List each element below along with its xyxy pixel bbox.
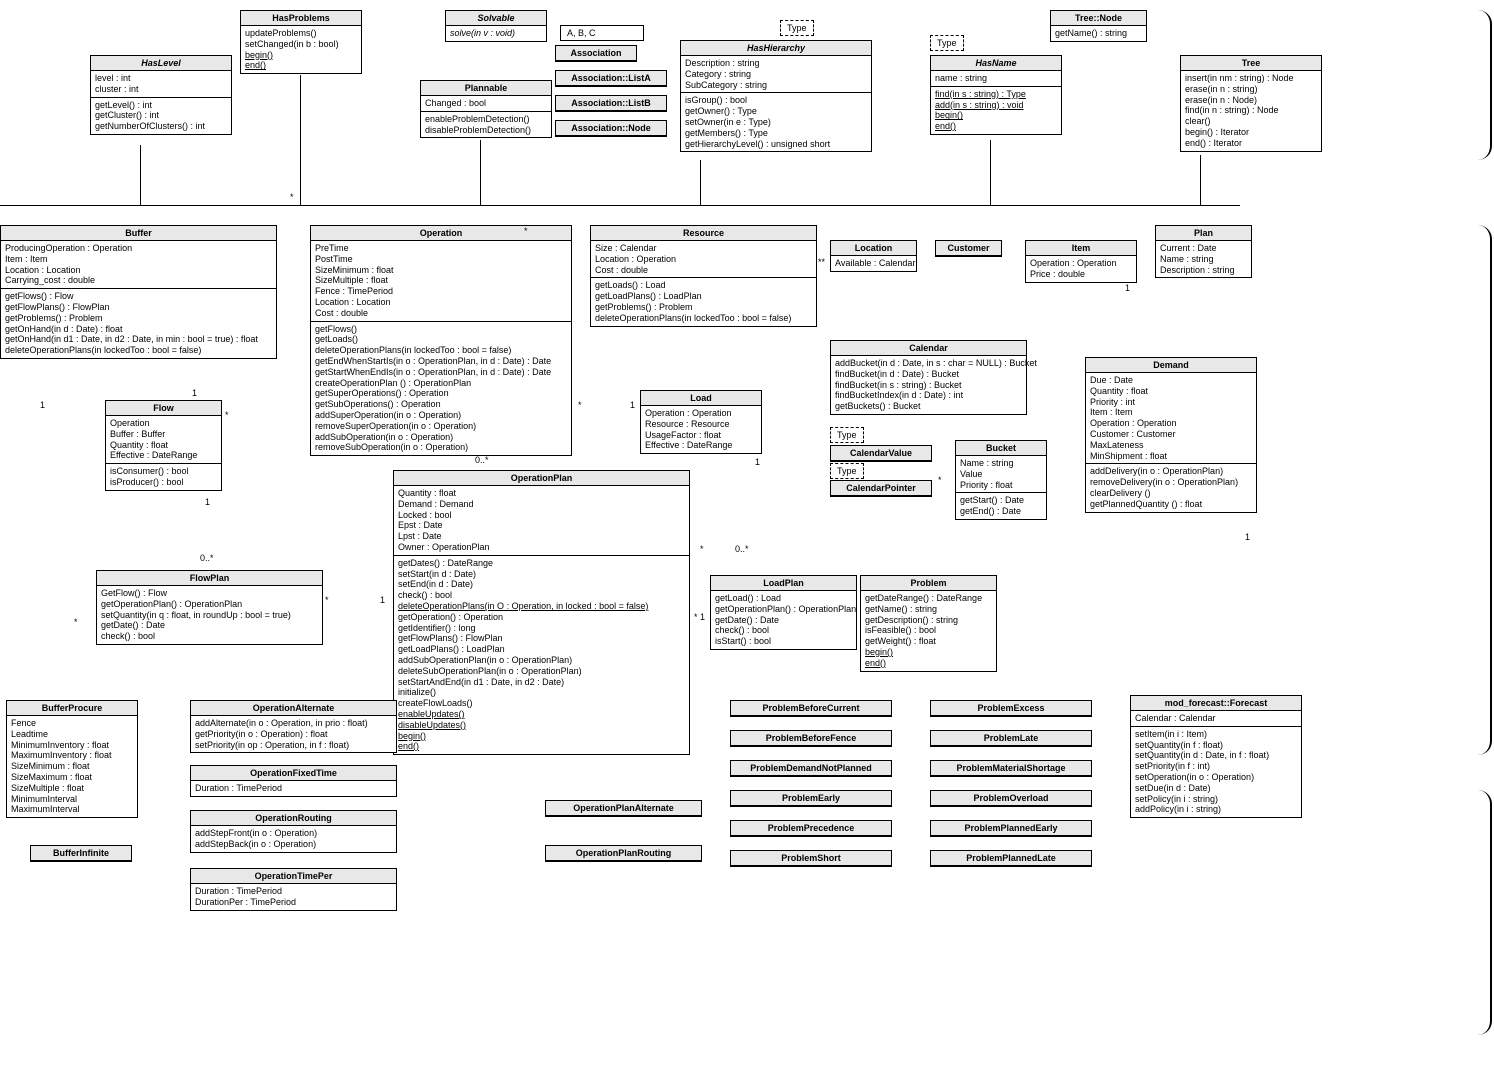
multiplicity: 1 [1245,532,1250,542]
class-plannable: Plannable Changed : bool enableProblemDe… [420,80,552,138]
multiplicity: * [325,595,329,605]
connector [990,140,991,205]
class-load: Load Operation : OperationResource : Res… [640,390,762,454]
connector [140,145,141,205]
note-type4: Type [830,463,864,479]
class-problemprecedence: ProblemPrecedence [730,820,892,837]
class-solvable: Solvable solve(in v : void) [445,10,547,42]
class-loadplan: LoadPlan getLoad() : LoadgetOperationPla… [710,575,857,650]
multiplicity: 1 [755,457,760,467]
class-node: Association::Node [555,120,667,137]
multiplicity: 1 [192,388,197,398]
class-problemplannedearly: ProblemPlannedEarly [930,820,1092,837]
class-problembeforecurrent: ProblemBeforeCurrent [730,700,892,717]
multiplicity: 0..* [475,455,489,465]
class-problemexcess: ProblemExcess [930,700,1092,717]
class-operationtimeper: OperationTimePer Duration : TimePeriodDu… [190,868,397,911]
note-type1: Type [780,20,814,36]
class-hasname: HasName name : string find(in s : string… [930,55,1062,135]
connector [480,140,481,205]
brace-abstract [1478,10,1492,160]
note-abc: A, B, C [560,25,644,41]
class-hasproblems: HasProblems updateProblems()setChanged(i… [240,10,362,74]
class-customer: Customer [935,240,1002,257]
note-type2: Type [930,35,964,51]
brace-model [1478,225,1492,755]
multiplicity: 1 [630,400,635,410]
class-bufferprocure: BufferProcure FenceLeadtimeMinimumInvent… [6,700,138,818]
class-tree: Tree insert(in nm : string) : Nodeerase(… [1180,55,1322,152]
class-item: Item Operation : OperationPrice : double [1025,240,1137,283]
multiplicity: ** [818,257,825,267]
class-haslevel: HasLevel level : intcluster : int getLev… [90,55,232,135]
class-operationrouting: OperationRouting addStepFront(in o : Ope… [190,810,397,853]
class-demand: Demand Due : DateQuantity : floatPriorit… [1085,357,1257,513]
class-listb: Association::ListB [555,95,667,112]
class-title: HasLevel [91,56,231,71]
multiplicity: 0..* [200,553,214,563]
class-bucket: Bucket Name : stringValuePriority : floa… [955,440,1047,520]
connector [300,75,301,205]
connector [700,160,701,205]
class-hashierarchy: HasHierarchy Description : stringCategor… [680,40,872,152]
class-ops: getLevel() : intgetCluster() : intgetNum… [91,98,231,134]
class-buffer: Buffer ProducingOperation : OperationIte… [0,225,277,359]
class-association: Association [555,45,637,62]
bus-line [0,205,1240,206]
class-operationplan: OperationPlan Quantity : floatDemand : D… [393,470,690,755]
multiplicity: * [700,544,704,554]
class-flow: Flow OperationBuffer : BufferQuantity : … [105,400,222,491]
class-operationplanrouting: OperationPlanRouting [545,845,702,862]
multiplicity: * [225,410,229,420]
class-bufferinfinite: BufferInfinite [30,845,132,862]
multiplicity: * [524,226,528,236]
multiplicity: * [938,475,942,485]
class-problemoverload: ProblemOverload [930,790,1092,807]
class-location: Location Available : Calendar [830,240,917,272]
class-problemearly: ProblemEarly [730,790,892,807]
multiplicity: 1 [1125,283,1130,293]
class-problem: Problem getDateRange() : DateRangegetNam… [860,575,997,672]
class-operationplanalternate: OperationPlanAlternate [545,800,702,817]
multiplicity: 1 [40,400,45,410]
multiplicity: * [74,617,78,627]
class-operationalternate: OperationAlternate addAlternate(in o : O… [190,700,397,753]
class-problemplannedlate: ProblemPlannedLate [930,850,1092,867]
class-problemmaterialshortage: ProblemMaterialShortage [930,760,1092,777]
class-operationfixedtime: OperationFixedTime Duration : TimePeriod [190,765,397,797]
class-plan: Plan Current : DateName : stringDescript… [1155,225,1252,278]
multiplicity: * [290,192,294,202]
class-forecast: mod_forecast::Forecast Calendar : Calend… [1130,695,1302,818]
note-type3: Type [830,427,864,443]
multiplicity: 1 [205,497,210,507]
multiplicity: * [578,400,582,410]
class-calendarpointer: CalendarPointer [830,480,932,497]
class-flowplan: FlowPlan GetFlow() : FlowgetOperationPla… [96,570,323,645]
class-attrs: level : intcluster : int [91,71,231,98]
connector [1200,155,1201,205]
class-problemdemandnotplanned: ProblemDemandNotPlanned [730,760,892,777]
class-lista: Association::ListA [555,70,667,87]
class-operation: Operation PreTimePostTimeSizeMinimum : f… [310,225,572,456]
class-problemshort: ProblemShort [730,850,892,867]
class-resource: Resource Size : CalendarLocation : Opera… [590,225,817,327]
brace-impl [1478,790,1492,1035]
multiplicity: 0..* [735,544,749,554]
class-calendar: Calendar addBucket(in d : Date, in s : c… [830,340,1027,415]
class-problemlate: ProblemLate [930,730,1092,747]
class-calendarvalue: CalendarValue [830,445,932,462]
multiplicity: * 1 [694,612,705,622]
multiplicity: 1 [380,595,385,605]
class-problembeforefence: ProblemBeforeFence [730,730,892,747]
class-treenode: Tree::Node getName() : string [1050,10,1147,42]
